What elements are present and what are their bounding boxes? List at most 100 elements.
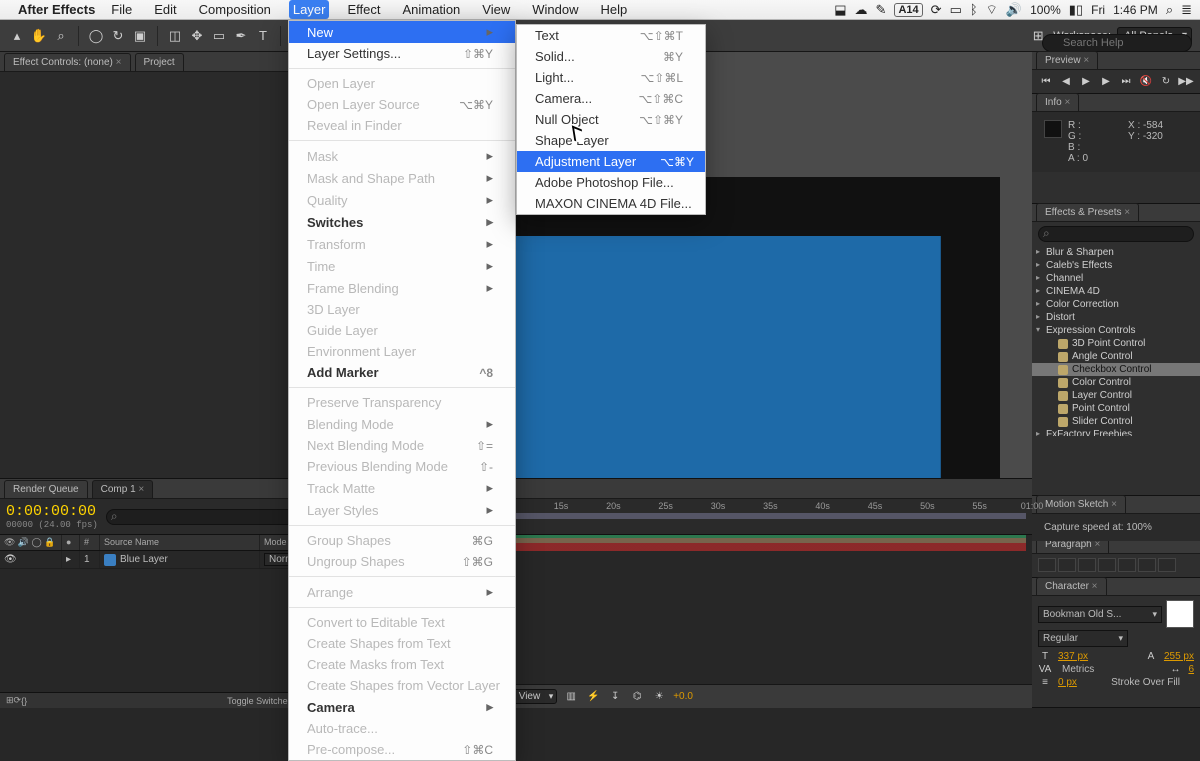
- battery-icon[interactable]: ▮▯: [1069, 2, 1083, 18]
- menu-item-adobe-photoshop-file[interactable]: Adobe Photoshop File...: [517, 172, 705, 193]
- text-tool-icon[interactable]: T: [254, 27, 272, 45]
- hand-tool-icon[interactable]: ✋: [30, 27, 48, 45]
- effects-search-input[interactable]: [1038, 226, 1194, 242]
- font-family-dropdown[interactable]: Bookman Old S...: [1038, 606, 1162, 623]
- zoom-tool-icon[interactable]: ⌕: [52, 27, 70, 45]
- tab-info[interactable]: Info: [1036, 93, 1079, 111]
- app-name[interactable]: After Effects: [18, 2, 95, 17]
- menu-item-new[interactable]: New: [289, 21, 515, 43]
- tab-motion-sketch[interactable]: Motion Sketch: [1036, 495, 1126, 513]
- menu-item-maxon-cinema-4d-file[interactable]: MAXON CINEMA 4D File...: [517, 193, 705, 214]
- ep-group-blur-sharpen[interactable]: Blur & Sharpen: [1036, 246, 1196, 259]
- ep-effect-angle-control[interactable]: Angle Control: [1036, 350, 1196, 363]
- ep-effect-checkbox-control[interactable]: Checkbox Control: [1032, 363, 1200, 376]
- align-center-button[interactable]: [1058, 558, 1076, 572]
- ep-group-expression-controls[interactable]: Expression Controls: [1036, 324, 1196, 337]
- evernote-icon[interactable]: ✎: [876, 2, 887, 18]
- tab-effects-presets[interactable]: Effects & Presets: [1036, 203, 1139, 221]
- ep-group-channel[interactable]: Channel: [1036, 272, 1196, 285]
- effects-presets-tree[interactable]: Blur & SharpenCaleb's EffectsChannelCINE…: [1032, 246, 1200, 436]
- menu-help[interactable]: Help: [596, 0, 631, 19]
- cloud-icon[interactable]: ☁︎: [855, 2, 868, 18]
- mute-button[interactable]: 🔇: [1138, 74, 1154, 88]
- menu-item-shape-layer[interactable]: Shape Layer: [517, 130, 705, 151]
- font-size-value[interactable]: 337 px: [1058, 651, 1088, 662]
- exposure-value[interactable]: +0.0: [673, 691, 693, 702]
- timeline-render-icon[interactable]: ⟳: [14, 695, 22, 706]
- leading-value[interactable]: 255 px: [1164, 651, 1194, 662]
- next-frame-button[interactable]: ▶: [1098, 74, 1114, 88]
- pixel-aspect-icon[interactable]: ▥: [563, 689, 579, 705]
- ep-effect-color-control[interactable]: Color Control: [1036, 376, 1196, 389]
- twirl-icon[interactable]: ▸: [66, 554, 71, 565]
- menu-item-add-marker[interactable]: Add Marker^8: [289, 362, 515, 383]
- menu-item-camera[interactable]: Camera...⌥⇧⌘C: [517, 88, 705, 109]
- tab-preview[interactable]: Preview: [1036, 51, 1098, 69]
- visibility-toggle-icon[interactable]: 👁: [4, 554, 17, 565]
- menu-item-layer-settings[interactable]: Layer Settings...⇧⌘Y: [289, 43, 515, 64]
- menu-layer[interactable]: Layer: [289, 0, 330, 19]
- flowchart-icon[interactable]: ⌬: [629, 689, 645, 705]
- ep-effect-layer-control[interactable]: Layer Control: [1036, 389, 1196, 402]
- orbit-tool-icon[interactable]: ◯: [87, 27, 105, 45]
- justify-last-center-button[interactable]: [1118, 558, 1136, 572]
- loop-button[interactable]: ↻: [1158, 74, 1174, 88]
- ep-group-color-correction[interactable]: Color Correction: [1036, 298, 1196, 311]
- menu-window[interactable]: Window: [528, 0, 582, 19]
- timeline-option-icon[interactable]: ⊞: [6, 695, 14, 706]
- menu-item-light[interactable]: Light...⌥⇧⌘L: [517, 67, 705, 88]
- ep-group-caleb-s-effects[interactable]: Caleb's Effects: [1036, 259, 1196, 272]
- sync-icon[interactable]: ⟳: [931, 2, 942, 18]
- last-frame-button[interactable]: ⏭: [1118, 74, 1134, 88]
- tab-project[interactable]: Project: [135, 53, 184, 71]
- menu-item-adjustment-layer[interactable]: Adjustment Layer⌥⌘Y: [517, 151, 705, 172]
- ep-group-distort[interactable]: Distort: [1036, 311, 1196, 324]
- menu-effect[interactable]: Effect: [343, 0, 384, 19]
- layer-color-swatch[interactable]: [104, 554, 116, 566]
- first-frame-button[interactable]: ⏮: [1038, 74, 1054, 88]
- menu-file[interactable]: File: [107, 0, 136, 19]
- font-style-dropdown[interactable]: Regular: [1038, 630, 1128, 647]
- bluetooth-icon[interactable]: ᛒ: [970, 2, 978, 17]
- menu-item-switches[interactable]: Switches: [289, 211, 515, 233]
- ram-preview-button[interactable]: ▶▶: [1178, 74, 1194, 88]
- search-help-input[interactable]: [1042, 34, 1192, 52]
- ep-effect-3d-point-control[interactable]: 3D Point Control: [1036, 337, 1196, 350]
- stroke-width-value[interactable]: 0 px: [1058, 677, 1077, 688]
- prev-frame-button[interactable]: ◀: [1058, 74, 1074, 88]
- current-timecode[interactable]: 0:00:00:00: [6, 503, 98, 520]
- col-source-name[interactable]: Source Name: [100, 535, 260, 550]
- play-button[interactable]: ▶: [1078, 74, 1094, 88]
- menu-item-null-object[interactable]: Null Object⌥⇧⌘Y: [517, 109, 705, 130]
- align-left-button[interactable]: [1038, 558, 1056, 572]
- display-icon[interactable]: ▭: [950, 2, 962, 18]
- exposure-icon[interactable]: ☀: [651, 689, 667, 705]
- ep-group-fxfactory-freebies[interactable]: FxFactory Freebies: [1036, 428, 1196, 436]
- justify-last-right-button[interactable]: [1138, 558, 1156, 572]
- menu-item-solid[interactable]: Solid...⌘Y: [517, 46, 705, 67]
- tab-render-queue[interactable]: Render Queue: [4, 480, 88, 498]
- spotlight-icon[interactable]: ⌕: [1166, 2, 1173, 18]
- adobe-update-icon[interactable]: A14: [894, 3, 922, 17]
- volume-icon[interactable]: 🔊: [1006, 2, 1022, 18]
- menu-composition[interactable]: Composition: [195, 0, 275, 19]
- menu-item-camera[interactable]: Camera: [289, 696, 515, 718]
- selection-tool-icon[interactable]: ▴: [8, 27, 26, 45]
- layer-new-submenu[interactable]: Text⌥⇧⌘TSolid...⌘YLight...⌥⇧⌘LCamera...⌥…: [516, 24, 706, 215]
- pan-behind-tool-icon[interactable]: ◫: [166, 27, 184, 45]
- text-color-swatch[interactable]: [1166, 600, 1194, 628]
- menu-edit[interactable]: Edit: [150, 0, 180, 19]
- tracking-value[interactable]: 6: [1188, 664, 1194, 675]
- ep-effect-slider-control[interactable]: Slider Control: [1036, 415, 1196, 428]
- ep-effect-point-control[interactable]: Point Control: [1036, 402, 1196, 415]
- menu-item-text[interactable]: Text⌥⇧⌘T: [517, 25, 705, 46]
- timeline-brackets-icon[interactable]: {}: [21, 696, 27, 706]
- tab-comp-1[interactable]: Comp 1: [92, 480, 154, 498]
- menu-view[interactable]: View: [478, 0, 514, 19]
- pen-tool-icon[interactable]: ✒: [232, 27, 250, 45]
- wifi-icon[interactable]: ⌔: [986, 2, 998, 18]
- dropbox-icon[interactable]: ⬓: [834, 2, 846, 18]
- layer-name[interactable]: Blue Layer: [120, 554, 168, 565]
- notification-center-icon[interactable]: ≣: [1181, 2, 1192, 18]
- anchor-tool-icon[interactable]: ✥: [188, 27, 206, 45]
